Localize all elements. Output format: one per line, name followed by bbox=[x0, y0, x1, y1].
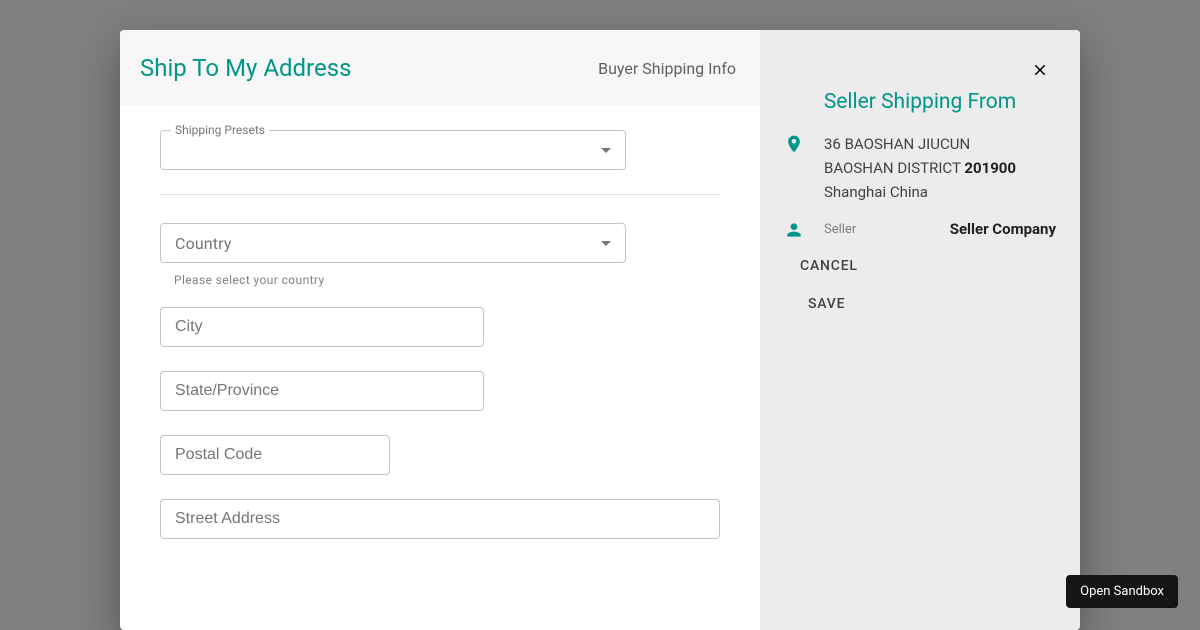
shipping-presets-select[interactable]: Shipping Presets bbox=[160, 130, 626, 170]
seller-name: Seller Company bbox=[950, 220, 1056, 238]
form-body: Shipping Presets Country Please select y… bbox=[120, 106, 760, 587]
save-button[interactable]: SAVE bbox=[800, 288, 1080, 320]
seller-address-text: 36 BAOSHAN JIUCUN BAOSHAN DISTRICT 20190… bbox=[824, 132, 1056, 204]
state-input[interactable] bbox=[175, 382, 469, 400]
country-select[interactable]: Country bbox=[160, 223, 626, 263]
postal-field[interactable] bbox=[160, 435, 390, 475]
seller-panel: Seller Shipping From 36 BAOSHAN JIUCUN B… bbox=[760, 30, 1080, 630]
address-line2: BAOSHAN DISTRICT bbox=[824, 159, 961, 177]
country-helper: Please select your country bbox=[160, 267, 720, 287]
divider bbox=[160, 194, 720, 195]
close-icon bbox=[1031, 61, 1049, 79]
buyer-panel: Ship To My Address Buyer Shipping Info S… bbox=[120, 30, 760, 630]
action-buttons: CANCEL SAVE bbox=[760, 240, 1080, 320]
caret-down-icon bbox=[601, 148, 611, 153]
close-button[interactable] bbox=[1028, 58, 1052, 82]
street-input[interactable] bbox=[175, 510, 705, 528]
shipping-presets-label: Shipping Presets bbox=[171, 123, 269, 137]
seller-panel-title: Seller Shipping From bbox=[760, 90, 1080, 114]
shipping-dialog: Ship To My Address Buyer Shipping Info S… bbox=[120, 30, 1080, 630]
seller-row: Seller Seller Company bbox=[760, 218, 1080, 240]
dialog-title: Ship To My Address bbox=[140, 54, 351, 82]
person-icon bbox=[784, 218, 824, 240]
address-line1: 36 BAOSHAN JIUCUN bbox=[824, 135, 970, 153]
country-label: Country bbox=[175, 234, 232, 253]
address-city-country: Shanghai China bbox=[824, 183, 928, 201]
caret-down-icon bbox=[601, 241, 611, 246]
seller-label: Seller bbox=[824, 222, 856, 237]
location-icon bbox=[784, 132, 824, 204]
postal-input[interactable] bbox=[175, 446, 375, 464]
dialog-subtitle: Buyer Shipping Info bbox=[598, 59, 736, 78]
city-input[interactable] bbox=[175, 318, 469, 336]
city-field[interactable] bbox=[160, 307, 484, 347]
cancel-button[interactable]: CANCEL bbox=[792, 250, 866, 282]
seller-address-block: 36 BAOSHAN JIUCUN BAOSHAN DISTRICT 20190… bbox=[760, 132, 1080, 204]
dialog-header: Ship To My Address Buyer Shipping Info bbox=[120, 30, 760, 106]
address-postal: 201900 bbox=[964, 159, 1016, 177]
state-field[interactable] bbox=[160, 371, 484, 411]
open-sandbox-button[interactable]: Open Sandbox bbox=[1066, 575, 1178, 608]
street-field[interactable] bbox=[160, 499, 720, 539]
